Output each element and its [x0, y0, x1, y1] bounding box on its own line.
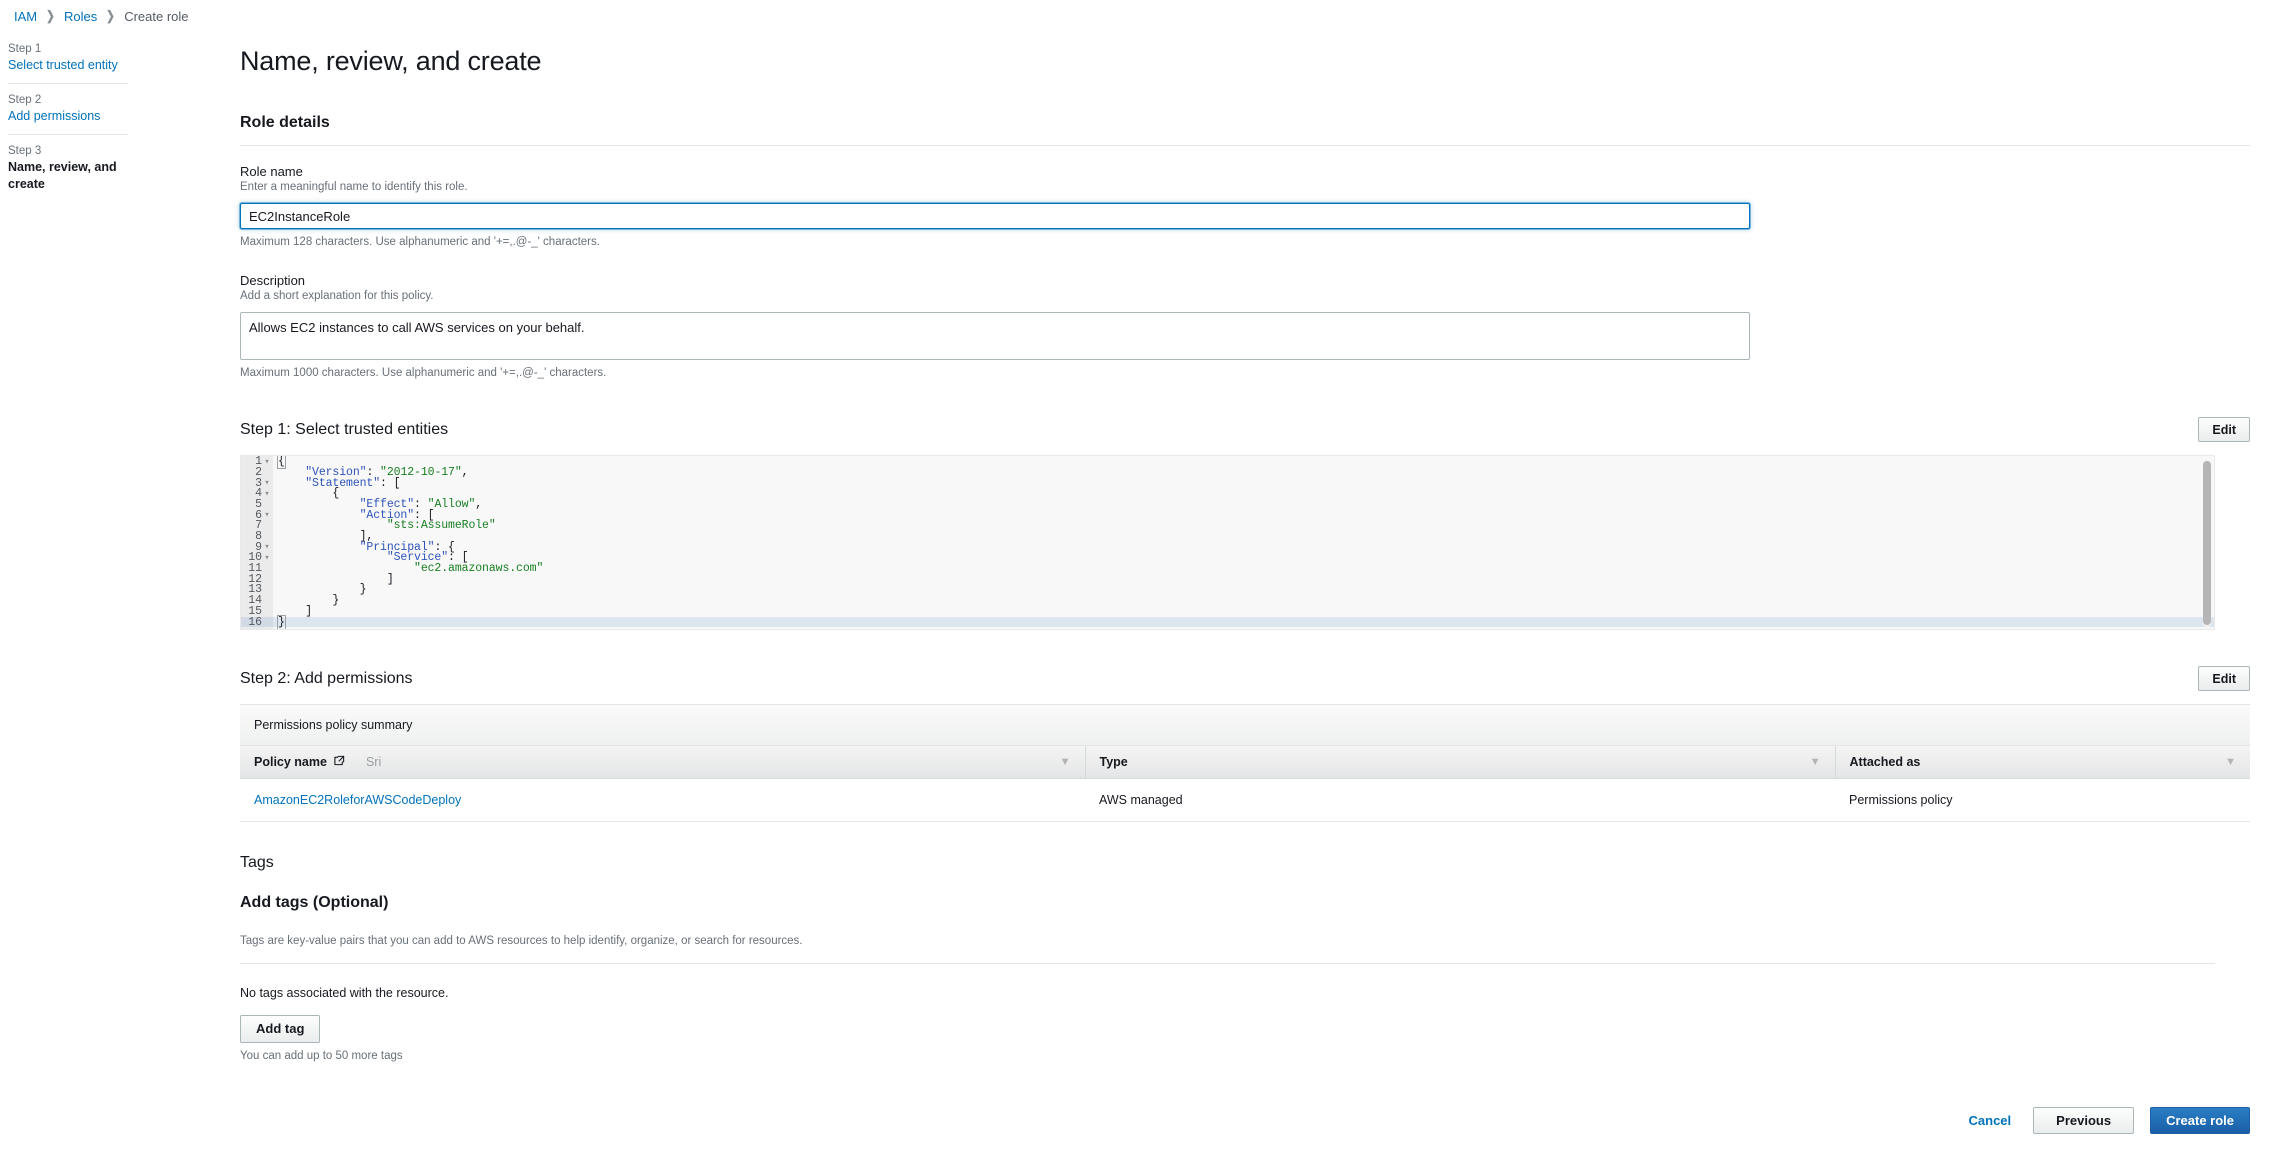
description-field-group: Description Add a short explanation for …	[240, 272, 2250, 381]
editor-scrollbar-thumb[interactable]	[2203, 461, 2211, 626]
trust-policy-code-editor[interactable]: 1▾{2▾ "Version": "2012-10-17",3▾ "Statem…	[240, 455, 2215, 631]
code-line[interactable]: 12▾ ]	[241, 573, 2214, 586]
column-header-policy-name-label: Policy name	[254, 755, 327, 770]
role-name-label: Role name	[240, 164, 303, 180]
step-number-1: Step 1	[8, 43, 42, 55]
code-line[interactable]: 13▾ }	[241, 583, 2214, 596]
create-role-page: IAM ❯ Roles ❯ Create role Step 1 Select …	[0, 0, 2269, 1151]
code-fold-icon[interactable]: ▾	[264, 542, 270, 552]
cancel-button[interactable]: Cancel	[1963, 1112, 2018, 1129]
code-line-text: }	[277, 614, 286, 630]
sort-caret-icon-attached-as[interactable]: ▼	[2225, 756, 2236, 768]
role-name-hint: Maximum 128 characters. Use alphanumeric…	[240, 236, 600, 249]
policy-name-link[interactable]: AmazonEC2RoleforAWSCodeDeploy	[254, 793, 461, 807]
description-hint: Maximum 1000 characters. Use alphanumeri…	[240, 367, 607, 380]
breadcrumb: IAM ❯ Roles ❯ Create role	[14, 8, 189, 24]
page-title: Name, review, and create	[240, 46, 542, 77]
role-name-field-group: Role name Enter a meaningful name to ide…	[240, 163, 2250, 250]
breadcrumb-item-iam[interactable]: IAM	[14, 9, 37, 24]
code-line[interactable]: 14▾ }	[241, 594, 2214, 607]
code-fold-icon[interactable]: ▾	[264, 489, 270, 499]
create-role-button[interactable]: Create role	[2150, 1107, 2250, 1134]
breadcrumb-item-roles[interactable]: Roles	[64, 9, 97, 24]
code-line-number: 16▾	[241, 616, 273, 629]
breadcrumb-separator-icon: ❯	[46, 8, 55, 23]
permissions-policy-table-wrapper: Permissions policy summary Policy name S…	[240, 704, 2250, 823]
step-nav-item-3: Step 3 Name, review, and create	[8, 134, 128, 202]
description-label: Description	[240, 273, 306, 289]
step-nav-item-2[interactable]: Step 2 Add permissions	[8, 83, 128, 134]
cell-attached-as: Permissions policy	[1835, 778, 2250, 823]
code-line[interactable]: 2▾ "Version": "2012-10-17",	[241, 466, 2214, 479]
role-name-input[interactable]	[240, 203, 1750, 230]
breadcrumb-separator-icon: ❯	[106, 8, 116, 23]
description-description: Add a short explanation for this policy.	[240, 290, 434, 303]
code-line[interactable]: 7▾ "sts:AssumeRole"	[241, 519, 2214, 532]
step-link-name-review-create: Name, review, and create	[8, 160, 117, 191]
step-number-2: Step 2	[8, 94, 42, 106]
external-link-icon	[334, 755, 345, 769]
description-textarea[interactable]	[240, 312, 1750, 361]
code-line[interactable]: 9 ▾ "Principal": {	[241, 541, 2214, 554]
code-fold-icon[interactable]: ▾	[264, 553, 270, 563]
step-navigation: Step 1 Select trusted entity Step 2 Add …	[8, 40, 128, 202]
step1-heading: Step 1: Select trusted entities	[240, 420, 449, 438]
code-line[interactable]: 3 ▾ "Statement": [	[241, 477, 2214, 490]
column-header-type[interactable]: Type ▼	[1084, 746, 1835, 780]
table-header-row: Policy name Sri ▼ Type ▼ Attached as ▼	[240, 746, 2250, 780]
sort-caret-icon-type[interactable]: ▼	[1810, 756, 1821, 768]
breadcrumb-item-create-role: Create role	[124, 8, 189, 24]
step1-header: Step 1: Select trusted entities Edit	[240, 417, 2250, 443]
code-line[interactable]: 4 ▾ {	[241, 487, 2214, 500]
column-header-policy-name[interactable]: Policy name Sri ▼	[240, 746, 1085, 780]
tags-description: Tags are key-value pairs that you can ad…	[240, 934, 803, 947]
role-details-heading: Role details	[240, 114, 330, 132]
code-fold-icon[interactable]: ▾	[264, 510, 270, 520]
step-number-3: Step 3	[8, 145, 42, 157]
add-tags-subheading: Add tags (Optional)	[240, 894, 389, 912]
previous-button[interactable]: Previous	[2033, 1107, 2135, 1134]
role-name-description: Enter a meaningful name to identify this…	[240, 181, 468, 194]
step2-header: Step 2: Add permissions Edit	[240, 666, 2250, 692]
role-details-divider	[240, 145, 2250, 147]
code-line[interactable]: 15▾ ]	[241, 605, 2214, 618]
step2-edit-button[interactable]: Edit	[2198, 666, 2250, 692]
step-nav-item-1[interactable]: Step 1 Select trusted entity	[8, 40, 128, 83]
tags-heading: Tags	[240, 854, 274, 872]
step1-edit-button[interactable]: Edit	[2198, 417, 2250, 443]
code-fold-icon[interactable]: ▾	[264, 457, 270, 467]
permissions-policy-table: Policy name Sri ▼ Type ▼ Attached as ▼ A…	[240, 746, 2250, 823]
editor-code-rows[interactable]: 1▾{2▾ "Version": "2012-10-17",3▾ "Statem…	[241, 456, 2214, 630]
code-line[interactable]: 16▾}	[241, 614, 2214, 630]
column-header-attached-as-label: Attached as	[1849, 755, 1921, 770]
policy-name-filter-text: Sri	[365, 755, 382, 770]
tags-divider	[240, 962, 2215, 964]
step2-heading: Step 2: Add permissions	[240, 669, 413, 687]
code-fold-icon[interactable]: ▾	[264, 478, 270, 488]
table-row: AmazonEC2RoleforAWSCodeDeploy AWS manage…	[240, 778, 2250, 823]
column-header-attached-as[interactable]: Attached as ▼	[1834, 746, 2250, 780]
code-line[interactable]: 6 ▾ "Action": [	[241, 509, 2214, 522]
add-tag-button[interactable]: Add tag	[240, 1014, 321, 1043]
cell-policy-name: AmazonEC2RoleforAWSCodeDeploy	[240, 778, 1085, 823]
column-header-type-label: Type	[1099, 755, 1128, 770]
tags-empty-text: No tags associated with the resource.	[240, 985, 449, 1000]
footer-actions: Cancel Previous Create role	[1963, 1107, 2250, 1134]
sort-caret-icon-policy-name[interactable]: ▼	[1060, 756, 1071, 768]
step-link-add-permissions[interactable]: Add permissions	[8, 108, 128, 125]
cell-type: AWS managed	[1085, 778, 1835, 823]
code-line[interactable]: 1 ▾{	[241, 456, 2214, 470]
tags-limit-text: You can add up to 50 more tags	[240, 1049, 403, 1062]
code-line[interactable]: 8▾ ],	[241, 530, 2214, 543]
main-content: Name, review, and create Role details Ro…	[240, 28, 2250, 1062]
permissions-policy-summary-caption: Permissions policy summary	[240, 705, 2250, 747]
code-line[interactable]: 5▾ "Effect": "Allow",	[241, 498, 2214, 511]
code-line[interactable]: 11▾ "ec2.amazonaws.com"	[241, 562, 2214, 575]
step-link-select-trusted-entity[interactable]: Select trusted entity	[8, 57, 128, 74]
